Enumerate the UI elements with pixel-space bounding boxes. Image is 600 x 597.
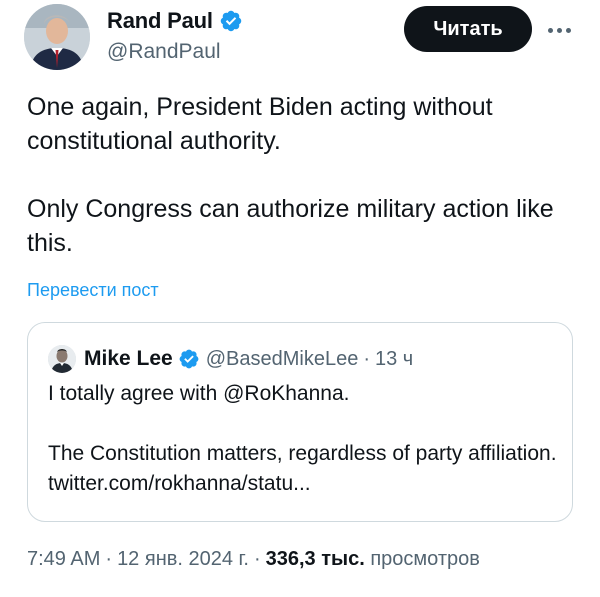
quoted-tweet-time: 13 ч (375, 347, 414, 370)
follow-button[interactable]: Читать (404, 6, 532, 52)
tweet-meta: 7:49 AM · 12 янв. 2024 г. · 336,3 тыс. просм… (27, 548, 480, 571)
quoted-tweet-header: Mike Lee @BasedMikeLee · 13 ч (48, 345, 413, 373)
quoted-tweet-text: I totally agree with @RoKhanna. The Cons… (48, 379, 558, 499)
separator-dot: · (105, 548, 113, 570)
quoted-avatar-image (48, 345, 76, 373)
views-count: 336,3 тыс. (265, 548, 365, 570)
author-handle[interactable]: @RandPaul (107, 40, 243, 64)
author-info: Rand Paul @RandPaul (107, 8, 243, 64)
tweet-paragraph: One again, President Biden acting withou… (27, 93, 493, 155)
separator-dot: · (253, 548, 261, 570)
quoted-author-name[interactable]: Mike Lee (84, 347, 173, 371)
quoted-tweet-card[interactable]: Mike Lee @BasedMikeLee · 13 ч I totally … (27, 322, 573, 522)
author-avatar[interactable] (24, 4, 90, 70)
verified-badge-icon[interactable] (219, 9, 243, 33)
quoted-tweet-paragraph: The Constitution matters, regardless of … (48, 442, 557, 495)
quoted-tweet-paragraph: I totally agree with @RoKhanna. (48, 382, 350, 405)
more-dot (556, 27, 562, 33)
verified-badge-icon (178, 348, 200, 370)
quoted-author-handle: @BasedMikeLee (205, 347, 359, 370)
tweet-page: Rand Paul @RandPaul Читать One again, Pr… (0, 0, 600, 597)
post-time[interactable]: 7:49 AM (27, 548, 100, 570)
more-dot (565, 27, 571, 33)
quoted-author-avatar[interactable] (48, 345, 76, 373)
post-date[interactable]: 12 янв. 2024 г. (117, 548, 249, 570)
author-display-name[interactable]: Rand Paul (107, 8, 213, 34)
separator-dot: · (363, 347, 370, 370)
translate-post-link[interactable]: Перевести пост (27, 280, 159, 301)
more-dot (547, 27, 553, 33)
author-name-row: Rand Paul (107, 8, 243, 34)
views-label: просмотров (370, 548, 480, 570)
tweet-text: One again, President Biden acting withou… (27, 90, 572, 260)
avatar-portrait-image (24, 4, 90, 70)
more-options-icon[interactable] (544, 20, 574, 40)
tweet-paragraph: Only Congress can authorize military act… (27, 195, 554, 257)
